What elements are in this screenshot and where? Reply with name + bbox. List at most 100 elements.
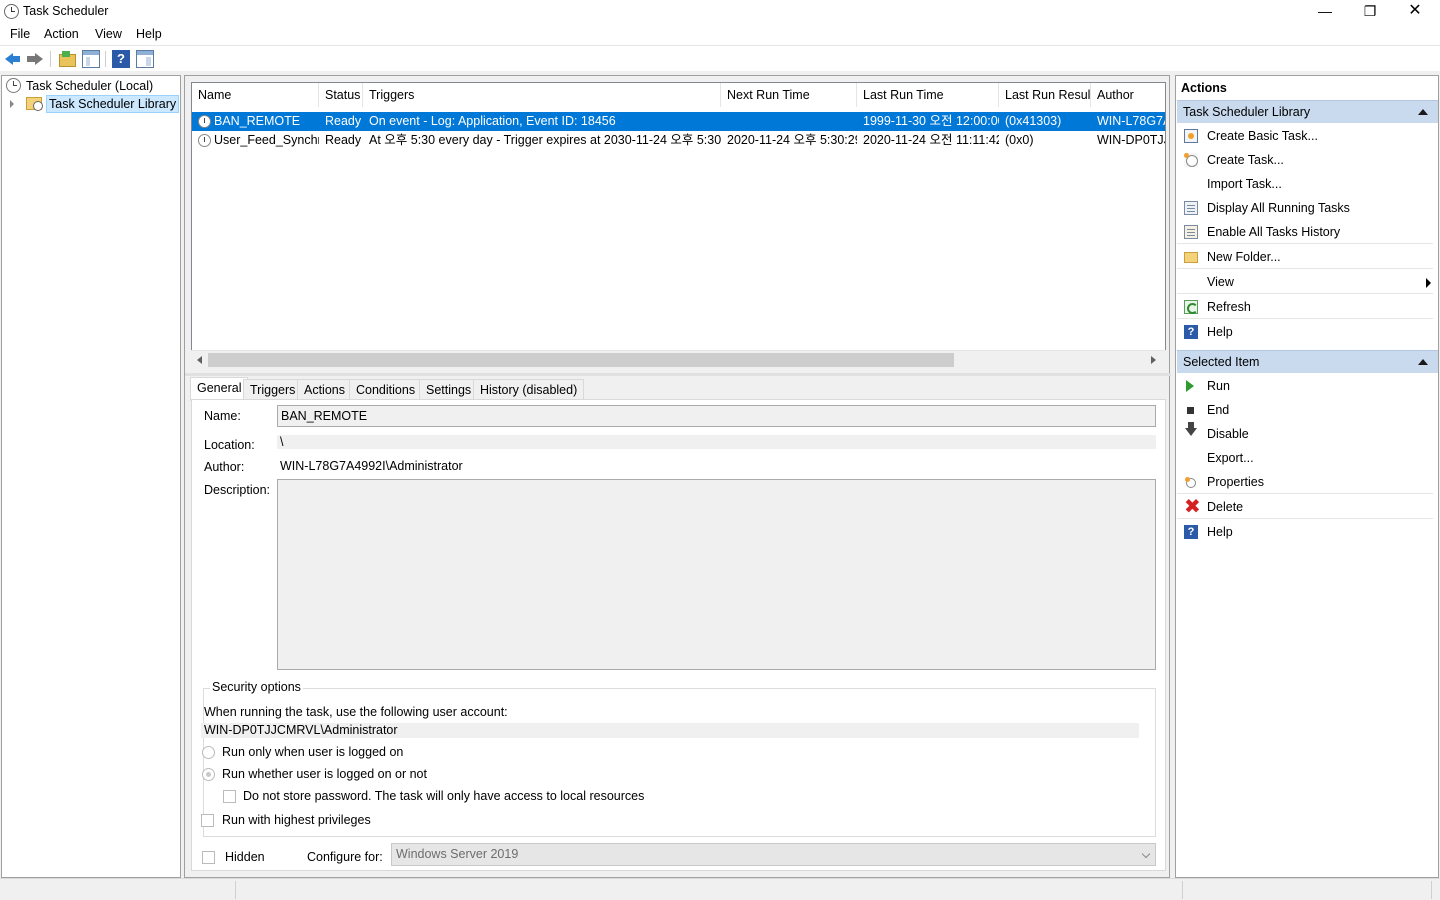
action-help-selected[interactable]: ? Help <box>1177 520 1433 544</box>
name-field[interactable]: BAN_REMOTE <box>277 405 1156 427</box>
help-icon[interactable]: ? <box>112 50 130 68</box>
cell-last-result: (0x41303) <box>1005 114 1062 128</box>
checkbox-hidden[interactable] <box>202 851 215 864</box>
close-button[interactable]: ✕ <box>1392 0 1438 24</box>
menu-view[interactable]: View <box>95 27 122 41</box>
back-arrow-icon[interactable] <box>4 50 22 68</box>
action-export[interactable]: Export... <box>1177 446 1433 470</box>
tree-item-label: Task Scheduler Library <box>46 95 180 113</box>
configure-for-label: Configure for: <box>307 850 383 864</box>
checkbox-highest-privileges-label[interactable]: Run with highest privileges <box>222 813 371 827</box>
menu-file[interactable]: File <box>10 27 30 41</box>
scroll-left-icon[interactable] <box>197 356 202 364</box>
tree-item-library[interactable]: Task Scheduler Library <box>8 95 180 113</box>
tab-actions[interactable]: Actions <box>297 379 352 400</box>
scrollbar-thumb[interactable] <box>208 353 954 367</box>
cell-last-result: (0x0) <box>1005 133 1034 147</box>
action-end[interactable]: End <box>1177 398 1433 422</box>
action-enable-history[interactable]: Enable All Tasks History <box>1177 220 1433 244</box>
show-hide-action-pane-icon[interactable] <box>136 50 154 68</box>
description-field[interactable] <box>277 479 1156 670</box>
action-properties[interactable]: Properties <box>1177 470 1433 494</box>
action-import-task[interactable]: Import Task... <box>1177 172 1433 196</box>
action-new-folder[interactable]: New Folder... <box>1177 245 1433 269</box>
forward-arrow-icon[interactable] <box>26 50 44 68</box>
radio-logged-on[interactable] <box>202 746 215 759</box>
section-header-library[interactable]: Task Scheduler Library <box>1177 100 1438 123</box>
checkbox-no-store-password[interactable] <box>223 790 236 803</box>
column-header-next-run[interactable]: Next Run Time <box>721 83 857 107</box>
description-label: Description: <box>204 483 270 497</box>
minimize-button[interactable]: — <box>1302 0 1348 24</box>
collapse-up-icon[interactable] <box>1418 359 1428 365</box>
action-disable[interactable]: Disable <box>1177 422 1433 446</box>
action-view[interactable]: View <box>1177 270 1433 294</box>
pane-splitter[interactable] <box>185 373 1171 376</box>
column-header-author[interactable]: Author <box>1091 83 1165 107</box>
action-create-basic-task[interactable]: Create Basic Task... <box>1177 124 1433 148</box>
hidden-label[interactable]: Hidden <box>225 850 265 864</box>
section-header-label: Task Scheduler Library <box>1183 105 1311 119</box>
horizontal-scrollbar[interactable] <box>191 350 1166 369</box>
action-label: Display All Running Tasks <box>1207 201 1350 215</box>
name-label: Name: <box>204 409 241 423</box>
radio-whether-logged-on-label[interactable]: Run whether user is logged on or not <box>222 767 427 781</box>
tree-item-local[interactable]: Task Scheduler (Local) <box>6 77 153 95</box>
tab-general[interactable]: General <box>190 377 249 401</box>
action-display-running[interactable]: Display All Running Tasks <box>1177 196 1433 220</box>
column-header-last-run[interactable]: Last Run Time <box>857 83 999 107</box>
action-refresh[interactable]: Refresh <box>1177 295 1433 319</box>
status-segment <box>1182 881 1432 899</box>
tab-settings[interactable]: Settings <box>419 379 479 400</box>
column-header-status[interactable]: Status <box>319 83 363 107</box>
author-field[interactable]: WIN-L78G7A4992I\Administrator <box>277 456 1156 476</box>
menu-action[interactable]: Action <box>44 27 79 41</box>
tab-conditions[interactable]: Conditions <box>349 379 423 400</box>
cell-last-run: 1999-11-30 오전 12:00:00 <box>863 114 999 128</box>
action-help[interactable]: ? Help <box>1177 320 1433 344</box>
general-tab-panel: Name: BAN_REMOTE Location: \ Author: WIN… <box>191 399 1166 871</box>
user-account-field[interactable]: WIN-DP0TJJCMRVL\Administrator <box>201 723 1139 738</box>
collapse-up-icon[interactable] <box>1418 109 1428 115</box>
expand-chevron-icon[interactable] <box>10 100 14 108</box>
status-segment <box>0 881 236 899</box>
action-label: Refresh <box>1207 300 1251 314</box>
running-tasks-icon <box>1184 201 1198 215</box>
section-header-label: Selected Item <box>1183 355 1260 369</box>
configure-for-dropdown[interactable]: Windows Server 2019 <box>391 843 1156 866</box>
location-field[interactable]: \ <box>277 435 1156 449</box>
radio-logged-on-label[interactable]: Run only when user is logged on <box>222 745 403 759</box>
action-label: Run <box>1207 379 1230 393</box>
column-header-last-result[interactable]: Last Run Result <box>999 83 1091 107</box>
radio-whether-logged-on[interactable] <box>202 768 215 781</box>
checkbox-no-store-password-label[interactable]: Do not store password. The task will onl… <box>243 789 644 803</box>
folder-icon <box>1184 252 1198 263</box>
center-pane: Name Status Triggers Next Run Time Last … <box>184 75 1171 878</box>
action-create-task[interactable]: Create Task... <box>1177 148 1433 172</box>
menu-bar: File Action View Help <box>0 24 1440 44</box>
task-list: Name Status Triggers Next Run Time Last … <box>191 82 1166 369</box>
tab-history[interactable]: History (disabled) <box>473 379 585 400</box>
tab-triggers[interactable]: Triggers <box>243 379 303 400</box>
scroll-right-icon[interactable] <box>1151 356 1156 364</box>
location-label: Location: <box>204 438 255 452</box>
create-task-icon <box>1184 153 1198 167</box>
action-label: Help <box>1207 325 1233 339</box>
checkbox-highest-privileges[interactable] <box>201 814 214 827</box>
actions-pane: Actions Task Scheduler Library Create Ba… <box>1175 75 1439 878</box>
folder-up-icon[interactable] <box>58 50 76 68</box>
action-label: Create Task... <box>1207 153 1284 167</box>
section-header-selected-item[interactable]: Selected Item <box>1177 350 1438 373</box>
show-hide-console-tree-icon[interactable] <box>82 50 100 68</box>
cell-triggers: At 오후 5:30 every day - Trigger expires a… <box>369 133 721 147</box>
action-delete[interactable]: ✖ Delete <box>1177 495 1433 519</box>
action-run[interactable]: Run <box>1177 374 1433 398</box>
menu-help[interactable]: Help <box>136 27 162 41</box>
cell-status: Ready <box>325 133 362 147</box>
table-row[interactable]: User_Feed_Synchr... Ready At 오후 5:30 eve… <box>192 131 1165 150</box>
maximize-button[interactable]: ❐ <box>1347 0 1393 24</box>
column-header-name[interactable]: Name <box>192 83 319 107</box>
column-header-triggers[interactable]: Triggers <box>363 83 721 107</box>
status-bar <box>0 878 1440 900</box>
table-row[interactable]: BAN_REMOTE Ready On event - Log: Applica… <box>192 112 1165 131</box>
